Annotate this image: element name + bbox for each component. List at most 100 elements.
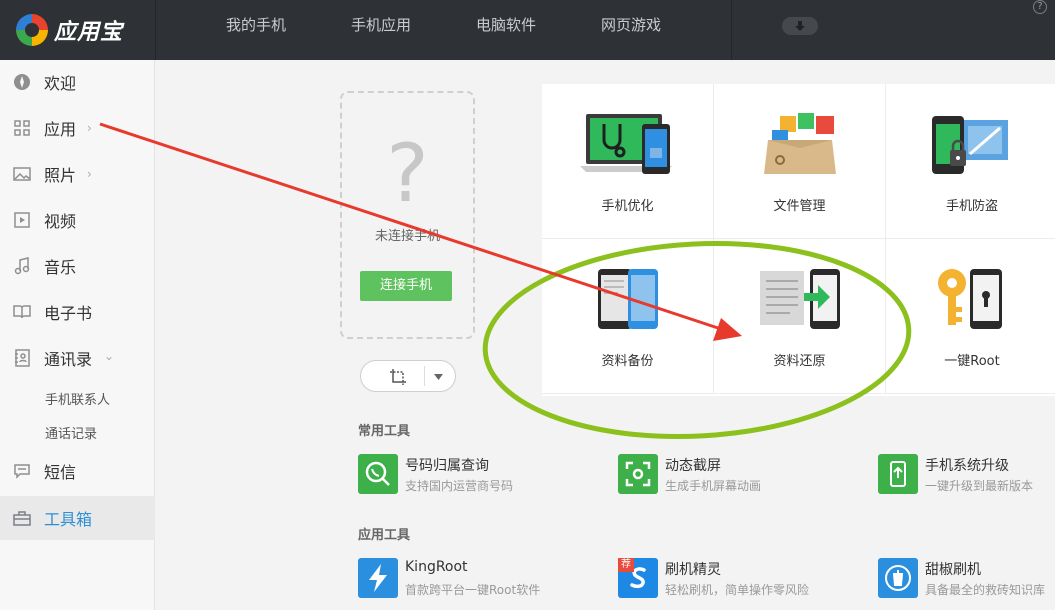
phone-lookup-icon xyxy=(358,454,398,494)
app-window: 应用宝 我的手机 手机应用 电脑软件 网页游戏 ? 欢迎 应用 › 照片 › 视… xyxy=(0,0,1055,610)
tool-description: 支持国内运营商号码 xyxy=(405,479,514,493)
feature-tile-anti-theft[interactable]: 手机防盗 xyxy=(886,84,1055,239)
help-icon[interactable]: ? xyxy=(1033,0,1047,14)
screen-capture-icon xyxy=(618,454,658,494)
feature-tile-file-manager[interactable]: 文件管理 xyxy=(714,84,886,239)
divider xyxy=(731,0,732,60)
chevron-down-icon: ⌄ xyxy=(104,349,115,363)
section-title-app-tools: 应用工具 xyxy=(358,528,411,543)
chevron-right-icon: › xyxy=(87,167,92,181)
tool-description: 一键升级到最新版本 xyxy=(925,479,1034,493)
feature-label: 资料还原 xyxy=(773,354,826,369)
data-restore-icon xyxy=(760,269,840,329)
toolbox-icon xyxy=(13,509,31,527)
sidebar-item-photos[interactable]: 照片 › xyxy=(0,154,155,194)
feature-label: 资料备份 xyxy=(601,354,654,369)
video-icon xyxy=(13,211,31,229)
sidebar-item-label: 电子书 xyxy=(44,304,93,323)
feature-tile-data-backup[interactable]: 资料备份 xyxy=(542,239,714,394)
feature-grid: 手机优化 文件管理 手机防盗 资料备份 资料还原 一键Root xyxy=(542,84,1055,396)
tool-flash-genie[interactable]: 荐 刷机精灵 轻松刷机，简单操作零风险 xyxy=(618,558,858,598)
sidebar-item-contacts[interactable]: 通讯录 ⌄ xyxy=(0,338,155,378)
question-mark-icon: ? xyxy=(386,127,429,220)
contacts-icon xyxy=(13,349,31,367)
feature-tile-data-restore[interactable]: 资料还原 xyxy=(714,239,886,394)
tool-name: KingRoot xyxy=(405,559,468,575)
book-icon xyxy=(13,303,31,321)
tool-description: 生成手机屏幕动画 xyxy=(665,479,762,493)
sidebar-item-video[interactable]: 视频 xyxy=(0,200,155,240)
app-logo[interactable]: 应用宝 xyxy=(16,10,156,50)
sidebar-subitem-call-log[interactable]: 通话记录 xyxy=(45,423,97,442)
feature-tile-one-click-root[interactable]: 一键Root xyxy=(886,239,1055,394)
device-placeholder: ? 未连接手机 连接手机 xyxy=(340,91,475,339)
sidebar-item-welcome[interactable]: 欢迎 xyxy=(0,62,155,102)
nav-web-games[interactable]: 网页游戏 xyxy=(601,14,661,36)
feature-label: 手机优化 xyxy=(601,199,654,214)
music-icon xyxy=(13,257,31,275)
sidebar-item-label: 应用 xyxy=(44,120,77,139)
compass-icon xyxy=(13,73,31,91)
tool-name: 手机系统升级 xyxy=(925,458,1009,474)
phone-optimize-icon xyxy=(580,114,672,174)
sidebar-item-ebook[interactable]: 电子书 xyxy=(0,292,155,332)
system-upgrade-icon xyxy=(878,454,918,494)
sidebar-item-label: 通讯录 xyxy=(44,350,93,369)
image-icon xyxy=(13,165,31,183)
sidebar-item-sms[interactable]: 短信 xyxy=(0,451,155,491)
download-button[interactable] xyxy=(782,17,818,35)
tool-system-upgrade[interactable]: 手机系统升级 一键升级到最新版本 xyxy=(878,454,1055,494)
feature-label: 文件管理 xyxy=(773,199,826,214)
tool-description: 首款跨平台一键Root软件 xyxy=(405,583,541,597)
logo-icon xyxy=(16,14,48,46)
tool-kingroot[interactable]: KingRoot 首款跨平台一键Root软件 xyxy=(358,558,598,598)
sidebar-item-label: 欢迎 xyxy=(44,74,77,93)
sidebar-item-label: 短信 xyxy=(44,463,77,482)
feature-label: 一键Root xyxy=(944,354,1000,369)
sidebar-item-apps[interactable]: 应用 › xyxy=(0,108,155,148)
sidebar-subitem-phone-contacts[interactable]: 手机联系人 xyxy=(45,389,110,408)
tool-description: 轻松刷机，简单操作零风险 xyxy=(665,583,810,597)
nav-pc-software[interactable]: 电脑软件 xyxy=(476,14,536,36)
sidebar-item-label: 工具箱 xyxy=(44,510,93,529)
pepper-flash-icon xyxy=(878,558,918,598)
app-name: 应用宝 xyxy=(54,20,124,45)
sidebar-item-toolbox[interactable]: 工具箱 xyxy=(0,496,155,540)
tool-screen-capture[interactable]: 动态截屏 生成手机屏幕动画 xyxy=(618,454,858,494)
section-title-common-tools: 常用工具 xyxy=(358,424,411,439)
message-icon xyxy=(13,462,31,480)
tool-name: 号码归属查询 xyxy=(405,458,489,474)
data-backup-icon xyxy=(598,269,658,329)
tool-pepper-flash[interactable]: 甜椒刷机 具备最全的救砖知识库 xyxy=(878,558,1055,598)
tool-description: 具备最全的救砖知识库 xyxy=(925,583,1046,597)
lightning-icon xyxy=(358,558,398,598)
device-status: 未连接手机 xyxy=(374,229,440,244)
sidebar-item-label: 照片 xyxy=(44,166,77,185)
download-icon xyxy=(795,21,805,31)
chevron-right-icon: › xyxy=(87,121,92,135)
anti-theft-icon xyxy=(932,116,1008,174)
grid-icon xyxy=(13,119,31,137)
connect-phone-button[interactable]: 连接手机 xyxy=(360,271,452,301)
screenshot-icon xyxy=(390,369,406,385)
nav-phone-apps[interactable]: 手机应用 xyxy=(351,14,411,36)
divider xyxy=(424,366,425,386)
tool-name: 甜椒刷机 xyxy=(925,562,981,578)
sidebar-item-label: 视频 xyxy=(44,212,77,231)
file-manager-icon xyxy=(764,113,836,174)
top-bar: 应用宝 我的手机 手机应用 电脑软件 网页游戏 ? xyxy=(0,0,1055,60)
dropdown-arrow-icon[interactable] xyxy=(434,374,443,380)
feature-tile-phone-optimize[interactable]: 手机优化 xyxy=(542,84,714,239)
screenshot-button[interactable] xyxy=(360,360,456,392)
sidebar-item-music[interactable]: 音乐 xyxy=(0,246,155,286)
nav-my-phone[interactable]: 我的手机 xyxy=(226,14,286,36)
tool-phone-lookup[interactable]: 号码归属查询 支持国内运营商号码 xyxy=(358,454,598,494)
tool-name: 刷机精灵 xyxy=(665,562,721,578)
tool-name: 动态截屏 xyxy=(665,458,721,474)
divider xyxy=(155,0,156,60)
sidebar: 欢迎 应用 › 照片 › 视频 音乐 电子书 通讯录 ⌄ 手机联系人 通话记录 … xyxy=(0,60,155,610)
one-click-root-icon xyxy=(938,269,1002,329)
sidebar-item-label: 音乐 xyxy=(44,258,77,277)
recommend-badge: 荐 xyxy=(618,558,634,572)
feature-label: 手机防盗 xyxy=(945,199,998,214)
